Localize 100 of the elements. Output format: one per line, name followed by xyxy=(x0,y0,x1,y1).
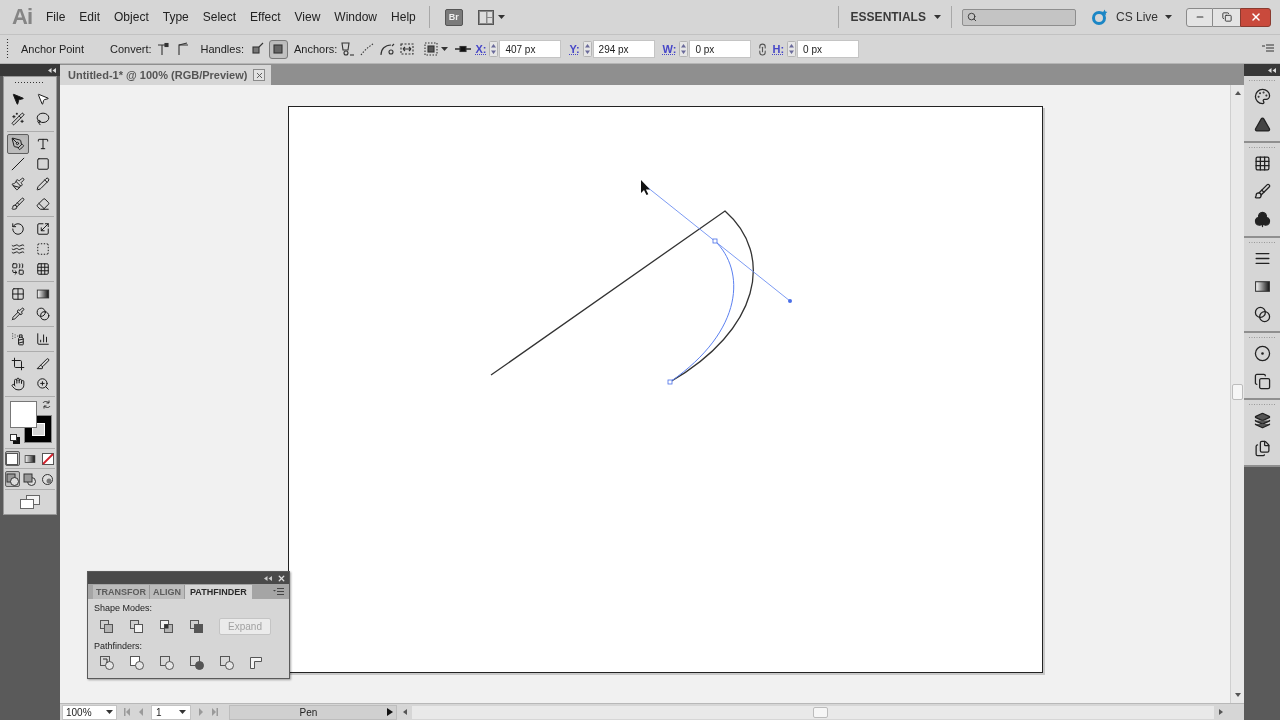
grid-icon[interactable] xyxy=(1253,154,1271,172)
number-field[interactable]: 0 px xyxy=(797,40,860,58)
dotted-curve-icon[interactable] xyxy=(359,41,376,57)
double-chevron-icon[interactable] xyxy=(48,67,56,73)
overlapping-squares-icon[interactable] xyxy=(100,620,113,633)
spinner-arrows-icon[interactable] xyxy=(679,41,689,57)
close-tab-button[interactable] xyxy=(253,69,266,81)
club-icon[interactable] xyxy=(1253,210,1271,228)
fill-mode-button[interactable] xyxy=(5,451,20,466)
layers-icon[interactable] xyxy=(1253,411,1271,429)
two-squares-icon[interactable] xyxy=(10,434,20,444)
align-dropdown-button[interactable] xyxy=(423,41,449,57)
page-dropdown[interactable]: 1 xyxy=(151,704,191,720)
scroll-thumb[interactable] xyxy=(1232,384,1243,400)
panel-menu-icon[interactable] xyxy=(1262,44,1274,54)
ring-icon[interactable] xyxy=(1090,8,1108,26)
panel-menu-icon[interactable] xyxy=(273,588,284,595)
zoom-dropdown[interactable]: 100% xyxy=(62,704,117,720)
vertical-scrollbar[interactable] xyxy=(1230,85,1244,703)
handle-toggle-button[interactable] xyxy=(269,39,288,59)
overlapping-circles-icon[interactable] xyxy=(1253,305,1271,323)
scroll-up-icon[interactable] xyxy=(1233,90,1242,96)
square-circle-overlap-icon[interactable] xyxy=(100,656,114,670)
target-circle-icon[interactable] xyxy=(1253,344,1271,362)
overlapping-squares-icon[interactable] xyxy=(130,620,143,633)
draw-mode-button[interactable] xyxy=(22,471,38,487)
type-icon xyxy=(35,137,50,151)
palette-icon[interactable] xyxy=(1253,87,1271,105)
menu-item[interactable]: Object xyxy=(107,6,156,28)
gradient-square-icon xyxy=(24,452,36,465)
swap-arrows-icon[interactable] xyxy=(42,400,51,409)
tool-button[interactable] xyxy=(6,134,29,154)
workspace-switcher[interactable]: ESSENTIALS xyxy=(850,7,941,27)
panel-tab[interactable]: ALIGN xyxy=(150,585,185,599)
menu-item[interactable]: Window xyxy=(327,6,385,28)
bridge-button[interactable]: Br xyxy=(444,8,463,26)
close-icon[interactable] xyxy=(277,573,286,583)
scroll-left-icon[interactable] xyxy=(402,708,408,716)
nib-circle-icon[interactable] xyxy=(339,41,356,57)
spinner-arrows-icon[interactable] xyxy=(582,41,592,57)
number-field[interactable]: 0 px xyxy=(689,40,752,58)
draw-mode-button[interactable] xyxy=(5,471,21,487)
search-field[interactable] xyxy=(961,8,1076,26)
double-chevron-icon[interactable] xyxy=(1268,67,1276,73)
spinner-arrows-icon[interactable] xyxy=(787,41,797,57)
number-field[interactable]: 407 px xyxy=(499,40,562,58)
brush-icon[interactable] xyxy=(1253,182,1271,200)
panel-tab[interactable]: PATHFINDER xyxy=(185,585,252,599)
draw-mode-button[interactable] xyxy=(39,471,55,487)
square-circle-overlap-icon[interactable] xyxy=(130,656,144,670)
arrows-box-icon[interactable] xyxy=(399,41,416,57)
field-label[interactable]: X: xyxy=(475,40,487,58)
document-tab[interactable]: Untitled-1* @ 100% (RGB/Preview) xyxy=(60,65,272,85)
scroll-right-icon[interactable] xyxy=(1218,708,1224,716)
menu-item[interactable]: Effect xyxy=(243,6,288,28)
stacked-squares-icon[interactable] xyxy=(1253,372,1271,390)
minimize-button[interactable] xyxy=(1186,7,1213,27)
fill-mode-button[interactable] xyxy=(40,451,55,466)
corner-point-icon[interactable] xyxy=(155,41,172,57)
scroll-down-icon[interactable] xyxy=(1233,692,1242,698)
play-arrow-icon xyxy=(387,708,393,716)
stacked-windows-icon[interactable] xyxy=(20,495,40,509)
field-label[interactable]: W: xyxy=(662,40,677,58)
zoom-in-icon xyxy=(35,377,50,391)
restore-button[interactable] xyxy=(1213,7,1240,27)
none-slash-icon xyxy=(41,452,54,465)
number-field[interactable]: 294 px xyxy=(592,40,655,58)
caret-icon xyxy=(441,47,449,51)
square-circle-overlap-icon[interactable] xyxy=(220,656,234,670)
field-label[interactable]: H: xyxy=(772,40,785,58)
menu-item[interactable]: Edit xyxy=(72,6,108,28)
fill-swatch-icon[interactable] xyxy=(10,401,37,428)
arrange-documents-button[interactable] xyxy=(477,7,505,27)
horizontal-scrollbar[interactable] xyxy=(412,705,1214,719)
field-label[interactable]: Y: xyxy=(569,40,580,58)
menu-item[interactable]: Select xyxy=(195,6,244,28)
triangle-icon[interactable] xyxy=(1253,115,1271,133)
square-circle-overlap-icon[interactable] xyxy=(190,656,204,670)
scroll-thumb[interactable] xyxy=(813,706,828,718)
cs-live-menu[interactable]: CS Live xyxy=(1115,7,1172,27)
knife-icon xyxy=(35,357,50,371)
spinner-arrows-icon[interactable] xyxy=(489,41,499,57)
overlapping-circle-square-icon xyxy=(6,472,20,486)
menu-item[interactable]: Type xyxy=(155,6,196,28)
square-circle-overlap-icon[interactable] xyxy=(160,656,174,670)
search-icon xyxy=(966,12,977,22)
panel-tab[interactable]: TRANSFOR xyxy=(93,585,150,599)
menu-item[interactable]: View xyxy=(287,6,328,28)
overlapping-squares-icon[interactable] xyxy=(190,620,203,633)
menu-item[interactable]: File xyxy=(39,6,73,28)
stacked-pages-icon[interactable] xyxy=(1253,439,1271,457)
menu-item[interactable]: Help xyxy=(384,6,423,28)
close-button[interactable] xyxy=(1240,7,1271,27)
double-chevron-icon[interactable] xyxy=(264,575,272,581)
handles-label: Handles: xyxy=(200,41,244,57)
curve-circle-icon[interactable] xyxy=(379,41,396,57)
overlapping-squares-icon[interactable] xyxy=(160,620,173,633)
restore-icon xyxy=(1221,12,1232,22)
hand-icon xyxy=(10,377,25,391)
status-field[interactable]: Pen xyxy=(229,704,397,720)
